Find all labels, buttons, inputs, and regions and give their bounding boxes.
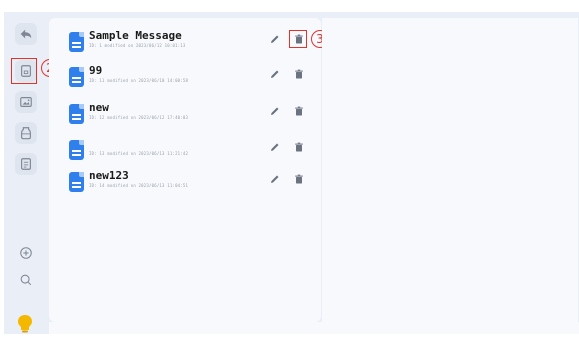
highlight-box-2	[11, 58, 37, 84]
delete-trash-icon[interactable]	[292, 67, 306, 81]
bottom-strip	[49, 322, 579, 334]
message-detail-panel	[322, 18, 578, 322]
list-item[interactable]: new123 ID: 14 modified on 2023/06/13 11:…	[49, 168, 321, 200]
add-circle-icon[interactable]	[15, 242, 37, 264]
document-icon	[69, 172, 84, 192]
message-list-panel: Sample Message ID: 1 modified on 2023/06…	[49, 18, 329, 322]
message-title: 99	[89, 64, 103, 77]
image-icon[interactable]	[15, 91, 37, 113]
delete-trash-icon[interactable]	[292, 104, 306, 118]
edit-pencil-icon[interactable]	[268, 67, 282, 81]
delete-trash-icon[interactable]	[292, 172, 306, 186]
lightbulb-icon[interactable]	[16, 314, 34, 334]
message-meta: ID: 12 modified on 2023/06/12 17:40:03	[89, 115, 189, 120]
edit-pencil-icon[interactable]	[268, 104, 282, 118]
sidebar	[4, 12, 48, 334]
document-icon	[69, 140, 84, 160]
message-title: new123	[89, 169, 129, 182]
message-title: Sample Message	[89, 29, 182, 42]
top-bar	[0, 0, 579, 12]
delete-trash-icon[interactable]	[292, 140, 306, 154]
message-meta: ID: 14 modified on 2023/06/13 11:04:51	[89, 183, 189, 188]
highlight-box-3	[289, 30, 307, 48]
id-card-icon[interactable]	[15, 153, 37, 175]
document-icon	[69, 104, 84, 124]
search-icon[interactable]	[15, 269, 37, 291]
list-item[interactable]: new ID: 12 modified on 2023/06/12 17:40:…	[49, 100, 321, 132]
edit-pencil-icon[interactable]	[268, 140, 282, 154]
list-item[interactable]: Sample Message ID: 1 modified on 2023/06…	[49, 28, 329, 60]
document-icon	[69, 32, 84, 52]
message-meta: ID: 1 modified on 2023/06/12 10:01:13	[89, 43, 186, 48]
list-item[interactable]: 99 ID: 11 modified on 2023/06/10 14:00:5…	[49, 63, 321, 95]
edit-pencil-icon[interactable]	[268, 32, 282, 46]
back-arrow-icon[interactable]	[15, 23, 37, 45]
message-meta: ID: 11 modified on 2023/06/10 14:00:58	[89, 78, 189, 83]
document-icon	[69, 67, 84, 87]
message-meta: ID: 13 modified on 2023/06/13 11:21:42	[89, 151, 189, 156]
edit-pencil-icon[interactable]	[268, 172, 282, 186]
list-item[interactable]: ID: 13 modified on 2023/06/13 11:21:42	[49, 136, 321, 168]
bottle-icon[interactable]	[15, 122, 37, 144]
app-window: 2 Sample Message ID: 1 modified on 2023/…	[4, 12, 579, 334]
message-title: new	[89, 101, 109, 114]
